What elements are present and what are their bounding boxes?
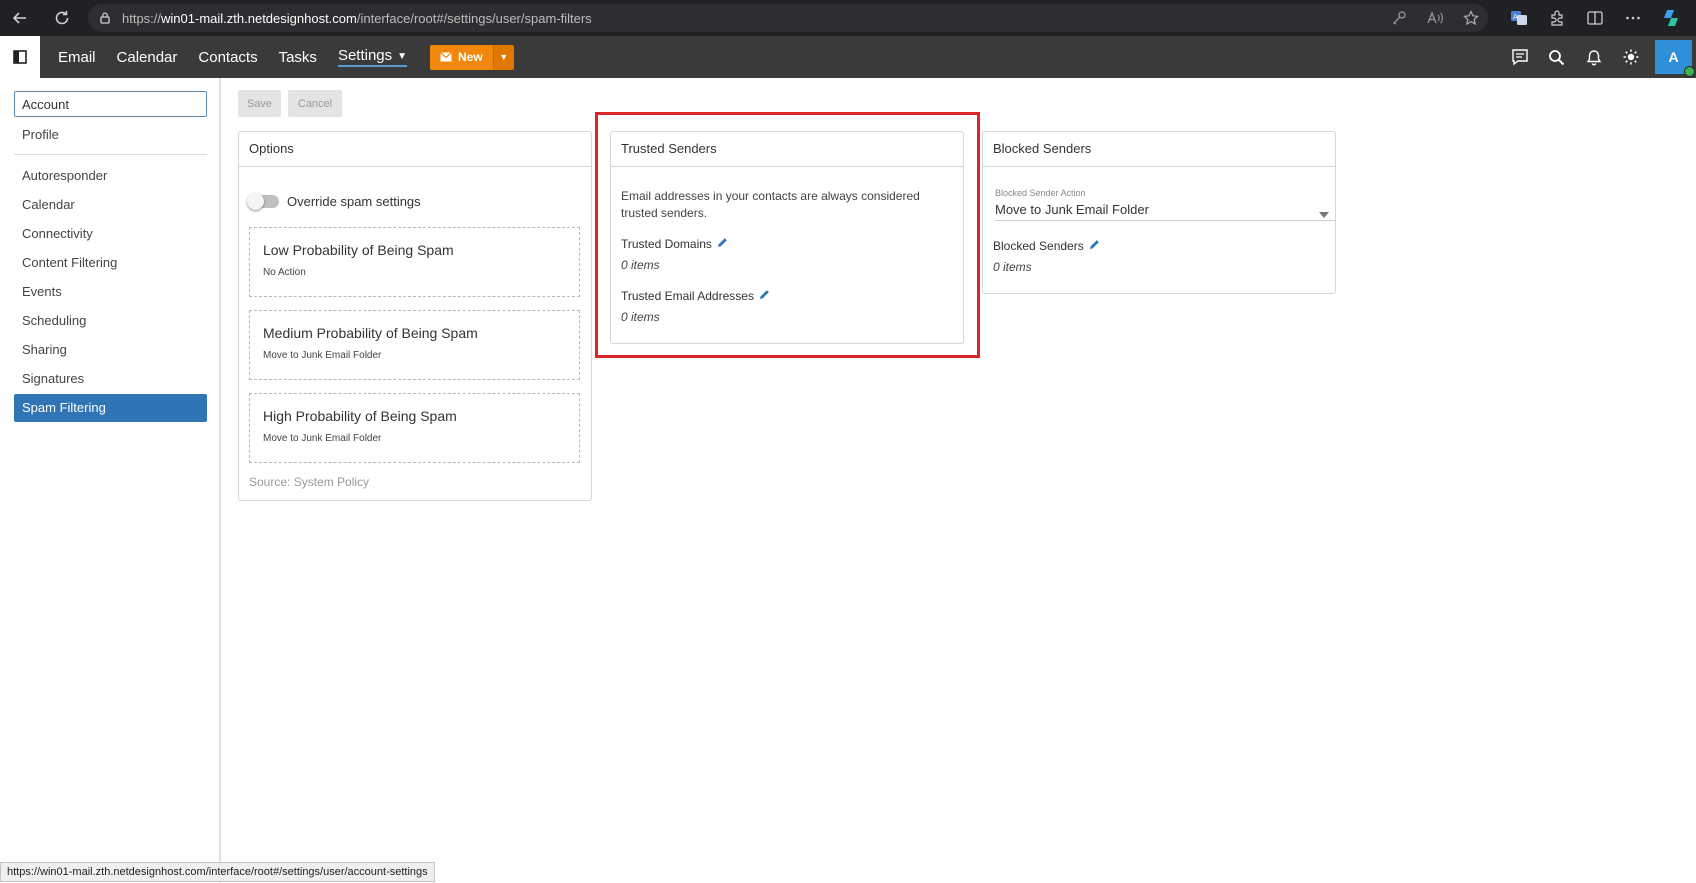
sidebar-item-scheduling[interactable]: Scheduling [22, 313, 86, 328]
high-probability-title: High Probability of Being Spam [263, 408, 457, 424]
new-dropdown-icon[interactable]: ▼ [492, 44, 514, 70]
policy-source: Source: System Policy [249, 475, 370, 489]
medium-probability-title: Medium Probability of Being Spam [263, 325, 478, 341]
url-host: win01-mail.zth.netdesignhost.com [161, 10, 357, 26]
nav-calendar[interactable]: Calendar [117, 49, 178, 66]
toggle-knob [247, 193, 264, 210]
low-probability-action: No Action [263, 267, 306, 278]
blocked-senders-row: Blocked Senders [993, 239, 1100, 253]
theme-sun-icon[interactable] [1612, 36, 1649, 78]
settings-sidebar: Account Profile Autoresponder Calendar C… [0, 78, 221, 883]
nav-contacts[interactable]: Contacts [198, 49, 257, 66]
favorite-star-icon[interactable] [1462, 9, 1480, 27]
edit-pencil-icon[interactable] [1089, 239, 1100, 253]
extensions-icon[interactable] [1542, 3, 1572, 33]
override-spam-toggle-row: Override spam settings [247, 193, 421, 210]
address-bar[interactable]: https://win01-mail.zth.netdesignhost.com… [88, 4, 1488, 32]
nav-settings-label: Settings [337, 47, 393, 64]
search-icon[interactable] [1538, 36, 1575, 78]
blocked-senders-count: 0 items [993, 260, 1032, 274]
back-icon[interactable] [0, 0, 40, 36]
refresh-icon[interactable] [42, 0, 82, 36]
high-probability-box[interactable]: High Probability of Being Spam Move to J… [249, 393, 580, 463]
override-spam-label: Override spam settings [287, 194, 421, 209]
split-screen-icon[interactable] [1580, 3, 1610, 33]
new-button-label: New [458, 50, 483, 64]
high-probability-action: Move to Junk Email Folder [263, 433, 382, 444]
online-status-dot [1684, 66, 1695, 77]
sidebar-item-spam-filtering[interactable]: Spam Filtering [14, 394, 207, 422]
chat-icon[interactable] [1501, 36, 1538, 78]
blocked-senders-title: Blocked Senders [983, 132, 1335, 167]
select-underline [995, 220, 1335, 221]
new-button[interactable]: New [430, 44, 493, 70]
lock-icon [88, 11, 122, 25]
key-icon[interactable] [1390, 9, 1408, 27]
address-url: https://win01-mail.zth.netdesignhost.com… [122, 11, 592, 26]
save-button[interactable]: Save [238, 90, 281, 117]
read-aloud-icon[interactable] [1426, 9, 1444, 27]
new-button-group: New ▼ [430, 44, 514, 70]
sidebar-item-profile[interactable]: Profile [22, 127, 59, 142]
options-card-title: Options [239, 132, 591, 167]
blocked-action-label: Blocked Sender Action [995, 188, 1086, 198]
sidebar-item-connectivity[interactable]: Connectivity [22, 226, 93, 241]
sidebar-item-signatures[interactable]: Signatures [22, 371, 84, 386]
copilot-icon[interactable] [1656, 3, 1686, 33]
app-navbar: Email Calendar Contacts Tasks Settings ▼ … [0, 36, 1696, 78]
main-nav: Email Calendar Contacts Tasks Settings ▼ [58, 47, 428, 67]
sidebar-item-content-filtering[interactable]: Content Filtering [22, 255, 117, 270]
low-probability-title: Low Probability of Being Spam [263, 242, 454, 258]
url-scheme: https:// [122, 10, 162, 26]
nav-email[interactable]: Email [58, 49, 96, 66]
blocked-senders-label: Blocked Senders [993, 239, 1084, 253]
low-probability-box[interactable]: Low Probability of Being Spam No Action [249, 227, 580, 297]
highlight-annotation [595, 112, 980, 358]
sidebar-divider [14, 154, 207, 155]
chevron-down-icon: ▼ [397, 50, 408, 62]
nav-tasks[interactable]: Tasks [279, 49, 317, 66]
cancel-button[interactable]: Cancel [288, 90, 342, 117]
blocked-action-select[interactable]: Move to Junk Email Folder [995, 202, 1149, 217]
sidebar-item-events[interactable]: Events [22, 284, 62, 299]
medium-probability-box[interactable]: Medium Probability of Being Spam Move to… [249, 310, 580, 380]
browser-toolbar: https://win01-mail.zth.netdesignhost.com… [0, 0, 1696, 36]
nav-settings[interactable]: Settings ▼ [337, 47, 408, 67]
envelope-icon [440, 52, 452, 62]
panel-toggle-icon[interactable] [0, 36, 40, 78]
sidebar-item-calendar[interactable]: Calendar [22, 197, 75, 212]
bell-icon[interactable] [1575, 36, 1612, 78]
sidebar-item-account[interactable]: Account [14, 91, 207, 117]
more-options-icon[interactable] [1618, 3, 1648, 33]
url-path: /interface/root#/settings/user/spam-filt… [356, 10, 592, 26]
sidebar-item-sharing[interactable]: Sharing [22, 342, 67, 357]
svg-text:A: A [1513, 13, 1518, 21]
translate-icon[interactable]: A [1504, 3, 1534, 33]
avatar-letter: A [1668, 49, 1679, 65]
sidebar-item-autoresponder[interactable]: Autoresponder [22, 168, 107, 183]
options-card: Options Override spam settings Low Proba… [238, 131, 592, 501]
blocked-senders-card: Blocked Senders Blocked Sender Action Mo… [982, 131, 1336, 294]
avatar[interactable]: A [1655, 40, 1695, 77]
medium-probability-action: Move to Junk Email Folder [263, 350, 382, 361]
override-spam-toggle[interactable] [247, 193, 279, 210]
status-bar-url: https://win01-mail.zth.netdesignhost.com… [0, 862, 435, 882]
